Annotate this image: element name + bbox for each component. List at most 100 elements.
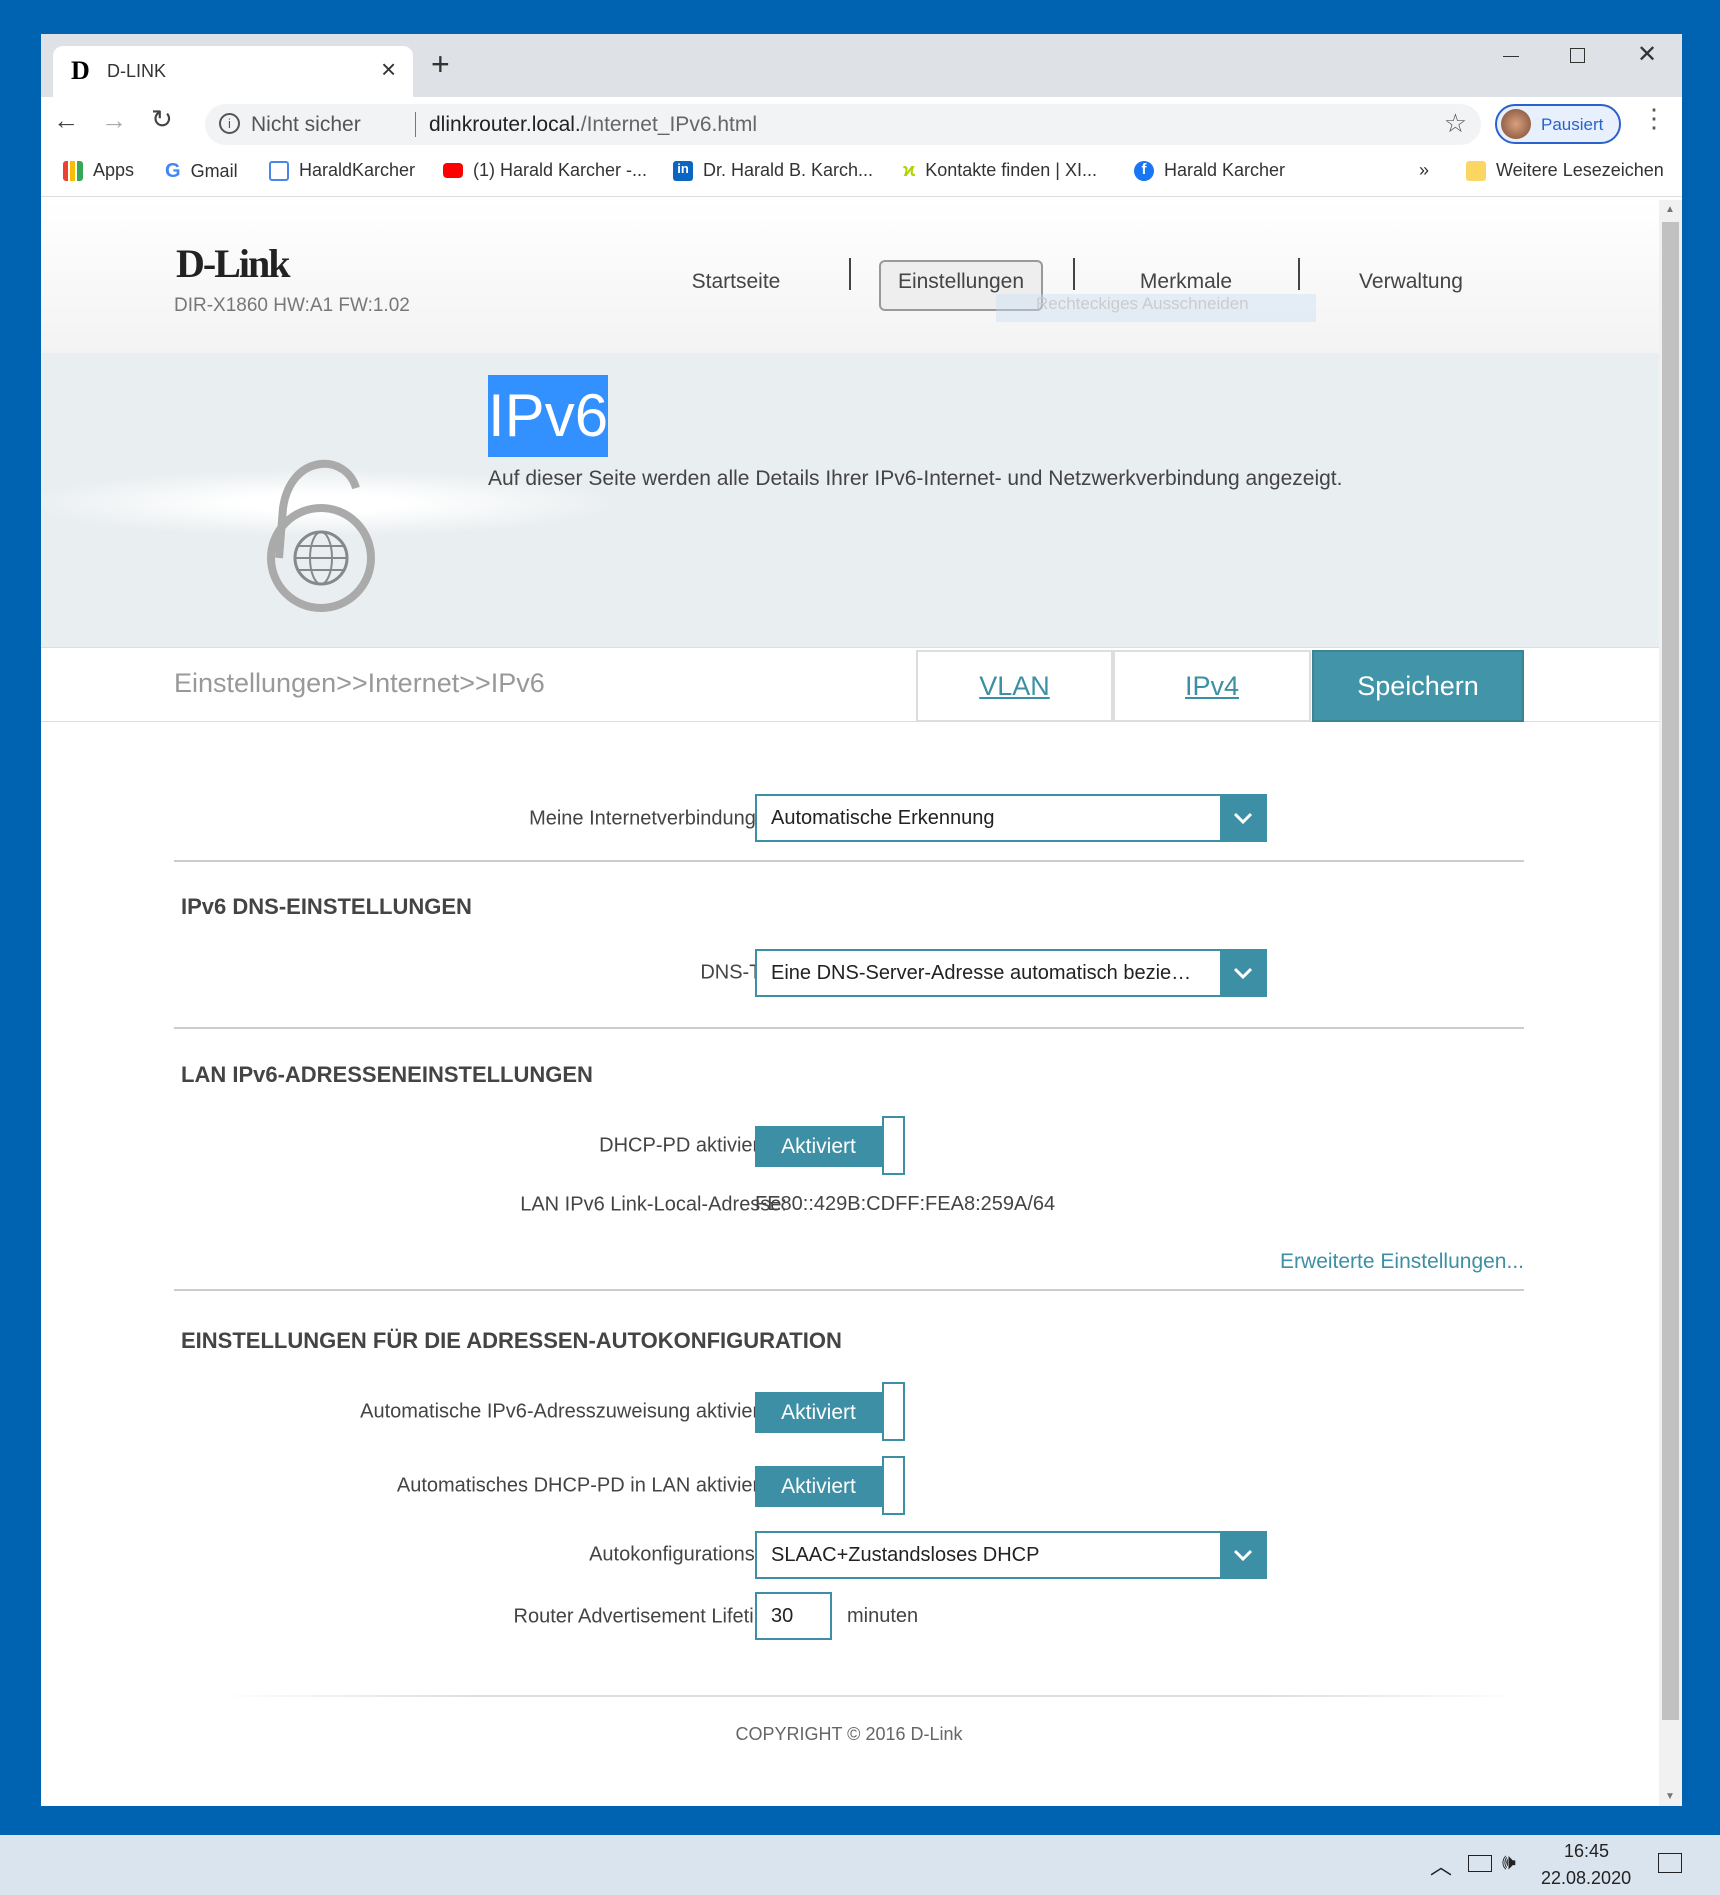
page-description: Auf dieser Seite werden alle Details Ihr… <box>488 467 1343 490</box>
volume-icon[interactable]: 🕪 <box>1502 1849 1516 1875</box>
scrollbar[interactable]: ▲ ▼ <box>1659 200 1682 1806</box>
page-header: D-Link DIR-X1860 HW:A1 FW:1.02 Startseit… <box>41 200 1659 353</box>
save-button[interactable]: Speichern <box>1312 650 1524 722</box>
save-label: Speichern <box>1357 670 1479 701</box>
toggle-handle[interactable] <box>882 1382 905 1441</box>
clock-time[interactable]: 16:45 <box>1564 1841 1609 1862</box>
ghost-tooltip: Rechteckiges Ausschneiden <box>996 294 1316 322</box>
close-window-button[interactable]: ✕ <box>1637 40 1657 69</box>
toggle-state: Aktiviert <box>755 1392 882 1433</box>
star-icon[interactable]: ☆ <box>1444 108 1467 139</box>
reload-icon[interactable]: ↻ <box>151 104 173 135</box>
nav-verwaltung[interactable]: Verwaltung <box>1359 270 1463 294</box>
address-bar[interactable]: i Nicht sicher dlinkrouter.local./Intern… <box>205 104 1481 145</box>
auto-assign-label: Automatische IPv6-Adresszuweisung aktivi… <box>360 1400 787 1423</box>
profile-button[interactable]: Pausiert <box>1495 104 1621 144</box>
bookmark-label: Dr. Harald B. Karch... <box>703 160 874 180</box>
select-value: Eine DNS-Server-Adresse automatisch bezi… <box>771 961 1192 984</box>
back-icon[interactable]: ← <box>53 105 79 136</box>
model-info: DIR-X1860 HW:A1 FW:1.02 <box>174 295 410 316</box>
toggle-state: Aktiviert <box>755 1466 882 1507</box>
bookmark-apps[interactable]: Apps <box>63 160 134 181</box>
toggle-handle[interactable] <box>882 1116 905 1175</box>
ra-lifetime-input[interactable] <box>755 1592 832 1640</box>
autoconf-type-select[interactable]: SLAAC+Zustandsloses DHCP <box>755 1531 1267 1579</box>
nav-einstellungen[interactable]: Einstellungen <box>898 270 1024 294</box>
avatar <box>1501 109 1531 139</box>
select-value: SLAAC+Zustandsloses DHCP <box>771 1543 1040 1566</box>
connection-type-select[interactable]: Automatische Erkennung <box>755 794 1267 842</box>
scrollbar-thumb[interactable] <box>1662 222 1679 1720</box>
url-host: dlinkrouter.local. <box>429 113 581 136</box>
minimize-button[interactable] <box>1503 56 1519 57</box>
toggle-handle[interactable] <box>882 1456 905 1515</box>
nav-merkmale[interactable]: Merkmale <box>1140 270 1232 294</box>
linkedin-icon: in <box>673 160 693 181</box>
auto-dhcppd-toggle[interactable]: Aktiviert <box>755 1456 905 1515</box>
tab-close-icon[interactable]: × <box>381 54 396 85</box>
tab-strip: D D-LINK × + ✕ <box>41 34 1682 97</box>
folder-icon <box>1466 160 1486 181</box>
tab-dlink[interactable]: D D-LINK × <box>53 46 413 97</box>
other-bookmarks[interactable]: Weitere Lesezeichen <box>1466 160 1664 181</box>
bookmark-haraldkarcher[interactable]: HaraldKarcher <box>269 160 415 181</box>
notifications-icon[interactable] <box>1658 1853 1682 1873</box>
vlan-button[interactable]: VLAN <box>916 650 1113 722</box>
clock-date[interactable]: 22.08.2020 <box>1541 1868 1631 1889</box>
dns-type-select[interactable]: Eine DNS-Server-Adresse automatisch bezi… <box>755 949 1267 997</box>
new-tab-button[interactable]: + <box>431 46 450 83</box>
network-icon[interactable] <box>1468 1855 1492 1872</box>
bookmark-label: Gmail <box>190 161 238 181</box>
auto-assign-toggle[interactable]: Aktiviert <box>755 1382 905 1441</box>
chevron-up-icon[interactable]: ︿ <box>1430 1849 1452 1881</box>
bookmark-label: Kontakte finden | XI... <box>925 160 1097 180</box>
divider <box>174 1027 1524 1029</box>
dns-section-heading: IPv6 DNS-EINSTELLUNGEN <box>181 894 472 919</box>
breadcrumb-row: Einstellungen>>Internet>>IPv6 VLAN IPv4 … <box>41 647 1659 722</box>
bookmark-label: Harald Karcher <box>1164 160 1286 180</box>
youtube-icon <box>443 163 463 178</box>
nav-startseite[interactable]: Startseite <box>692 270 781 294</box>
more-bookmarks-button[interactable]: » <box>1419 160 1429 181</box>
divider <box>415 112 416 137</box>
bookmark-facebook[interactable]: f Harald Karcher <box>1134 160 1285 181</box>
divider <box>174 860 1524 862</box>
bookmark-linkedin[interactable]: in Dr. Harald B. Karch... <box>673 160 873 181</box>
dhcppd-toggle[interactable]: Aktiviert <box>755 1116 905 1175</box>
advanced-settings-link[interactable]: Erweiterte Einstellungen... <box>1280 1250 1524 1274</box>
connection-label: Meine Internetverbindung ist: <box>529 807 787 830</box>
page-banner: IPv6 Auf dieser Seite werden alle Detail… <box>41 353 1659 647</box>
auto-dhcppd-label: Automatisches DHCP-PD in LAN aktivieren: <box>396 1474 787 1497</box>
bookmark-xing[interactable]: ϰ Kontakte finden | XI... <box>903 160 1097 181</box>
divider <box>174 1289 1524 1291</box>
chevron-down-icon <box>1220 951 1265 995</box>
toggle-state: Aktiviert <box>755 1126 882 1167</box>
maximize-button[interactable] <box>1570 48 1585 63</box>
bookmark-gmail[interactable]: G Gmail <box>165 160 238 183</box>
scroll-down-icon[interactable]: ▼ <box>1665 1791 1675 1802</box>
xing-icon: ϰ <box>903 160 916 180</box>
ra-lifetime-unit: minuten <box>847 1605 919 1627</box>
browser-window: D D-LINK × + ✕ ← → ↻ i Nicht sicher dlin… <box>41 34 1682 1806</box>
profile-status: Pausiert <box>1541 115 1604 134</box>
bookmark-youtube[interactable]: (1) Harald Karcher -... <box>443 160 647 181</box>
vlan-label: VLAN <box>979 670 1050 701</box>
linklocal-value: FE80::429B:CDFF:FEA8:259A/64 <box>755 1193 1056 1215</box>
facebook-icon: f <box>1134 160 1154 181</box>
forward-icon[interactable]: → <box>101 105 127 136</box>
chevron-down-icon <box>1220 1533 1265 1577</box>
router-page: D-Link DIR-X1860 HW:A1 FW:1.02 Startseit… <box>41 200 1659 1806</box>
ipv4-button[interactable]: IPv4 <box>1113 650 1311 722</box>
linklocal-label: LAN IPv6 Link-Local-Adresse: <box>520 1193 787 1216</box>
nav-divider <box>1073 258 1075 290</box>
security-label: Nicht sicher <box>251 113 361 136</box>
chevron-down-icon <box>1220 796 1265 840</box>
footer-divider <box>221 1695 1521 1697</box>
menu-icon[interactable]: ⋮ <box>1641 103 1667 134</box>
ra-lifetime-label: Router Advertisement Lifetime: <box>513 1605 787 1628</box>
bookmark-label: HaraldKarcher <box>299 160 416 180</box>
apps-icon <box>63 160 83 181</box>
url-path: /Internet_IPv6.html <box>580 113 758 136</box>
scroll-up-icon[interactable]: ▲ <box>1665 204 1675 215</box>
bookmarks-bar: Apps G Gmail HaraldKarcher (1) Harald Kar… <box>41 148 1682 197</box>
